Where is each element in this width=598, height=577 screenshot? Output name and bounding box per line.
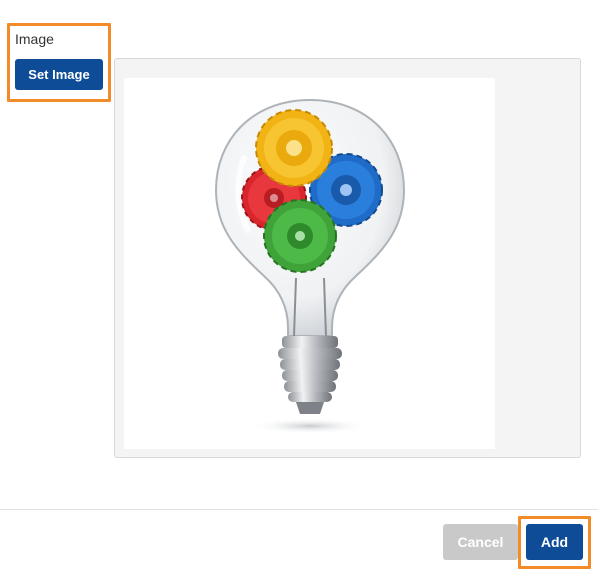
lightbulb-gears-icon	[214, 98, 406, 434]
cancel-button[interactable]: Cancel	[443, 524, 518, 560]
yellow-gear	[255, 109, 333, 187]
set-image-button[interactable]: Set Image	[15, 59, 103, 90]
image-preview-frame	[114, 58, 581, 458]
add-button[interactable]: Add	[526, 524, 583, 560]
green-gear	[263, 199, 337, 273]
image-field-label: Image	[15, 31, 54, 47]
footer-divider	[0, 509, 598, 510]
image-preview	[124, 78, 495, 449]
